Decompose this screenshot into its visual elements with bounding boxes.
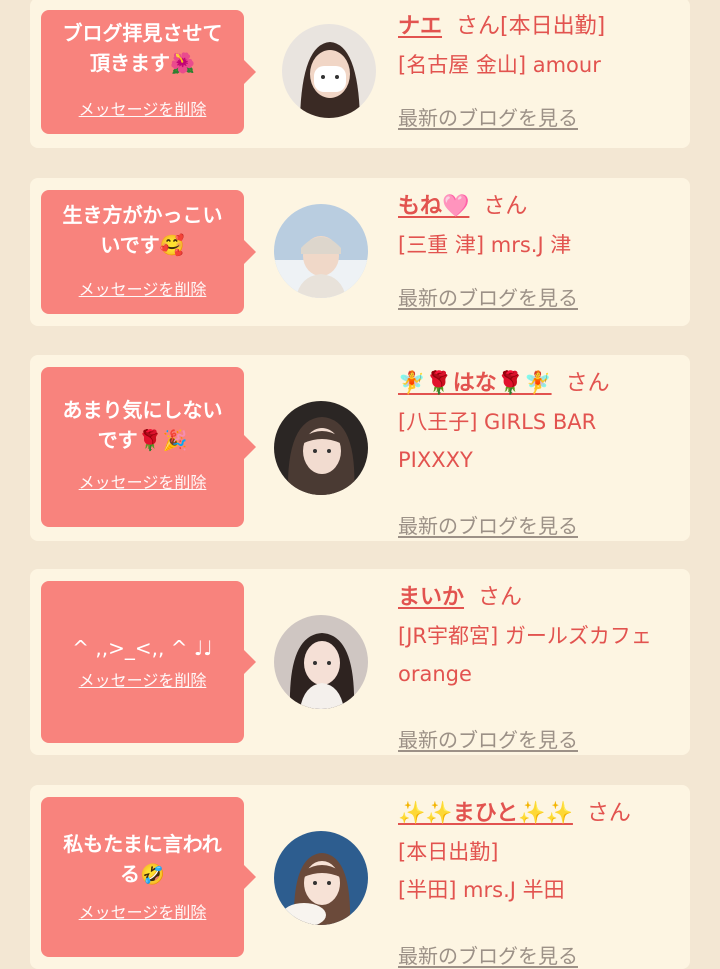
message-card: ブログ拝見させて 頂きます🌺 メッセージを削除 ナエ さん[本日出勤] [名古屋 金… [30, 0, 690, 148]
girl-name-link[interactable]: もね🩷 [398, 194, 469, 219]
avatar[interactable] [274, 401, 368, 495]
shop-info: [JR宇都宮] ガールズカフェ [398, 624, 652, 648]
shop-info-cont: PIXXXY [398, 448, 473, 472]
avatar[interactable] [282, 24, 376, 118]
latest-blog-link[interactable]: 最新のブログを見る [398, 282, 578, 311]
name-line: ✨✨まひと✨✨ さん [398, 799, 678, 829]
girl-name-link[interactable]: ナエ [398, 14, 442, 39]
shop-info: [半田] mrs.J 半田 [398, 878, 565, 902]
avatar[interactable] [274, 615, 368, 709]
message-text: 私もたまに言われ る🤣 [63, 832, 222, 886]
girl-info: ✨✨まひと✨✨ さん [本日出勤] [半田] mrs.J 半田 最新のブログを見る [398, 799, 678, 968]
message-card: 生き方がかっこい いです🥰 メッセージを削除 もね🩷 さん [三重 津] mrs.J… [30, 178, 690, 326]
message-card: あまり気にしない です🌹🎉 メッセージを削除 🧚🌹はな🌹🧚 さん [八王子] GIR… [30, 355, 690, 541]
latest-blog-link[interactable]: 最新のブログを見る [398, 940, 578, 969]
delete-message-link[interactable]: メッセージを削除 [41, 276, 244, 300]
message-card: ^ ,,>_<,, ^ ♩♩ メッセージを削除 まいか さん [JR宇都宮] ガー… [30, 569, 690, 755]
delete-message-link[interactable]: メッセージを削除 [41, 899, 244, 923]
honorific: さん [483, 194, 528, 219]
avatar-photo-icon [274, 401, 368, 495]
name-line: まいか さん [398, 583, 678, 613]
message-text: ブログ拝見させて 頂きます🌺 [62, 21, 223, 75]
shop-info: [八王子] GIRLS BAR [398, 410, 597, 434]
name-line: 🧚🌹はな🌹🧚 さん [398, 369, 678, 399]
latest-blog-link[interactable]: 最新のブログを見る [398, 510, 578, 539]
girl-info: まいか さん [JR宇都宮] ガールズカフェ orange 最新のブログを見る [398, 583, 678, 752]
message-bubble: あまり気にしない です🌹🎉 メッセージを削除 [41, 367, 256, 527]
avatar-photo-icon [274, 204, 368, 298]
honorific: さん [565, 371, 610, 396]
name-line: もね🩷 さん [398, 192, 678, 222]
delete-message-link[interactable]: メッセージを削除 [41, 469, 244, 493]
girl-info: 🧚🌹はな🌹🧚 さん [八王子] GIRLS BAR PIXXXY 最新のブログを見… [398, 369, 678, 538]
avatar[interactable] [274, 831, 368, 925]
avatar-photo-icon [274, 615, 368, 709]
message-card: 私もたまに言われ る🤣 メッセージを削除 ✨✨まひと✨✨ さん [本日出勤] [半田… [30, 785, 690, 969]
honorific: さん [456, 14, 501, 39]
girl-info: もね🩷 さん [三重 津] mrs.J 津 最新のブログを見る [398, 192, 678, 310]
status-badge: [本日出勤] [398, 840, 499, 864]
shop-info-cont: orange [398, 662, 472, 686]
delete-message-link[interactable]: メッセージを削除 [41, 667, 244, 691]
message-bubble: 生き方がかっこい いです🥰 メッセージを削除 [41, 190, 256, 314]
message-bubble: ^ ,,>_<,, ^ ♩♩ メッセージを削除 [41, 581, 256, 743]
message-bubble: ブログ拝見させて 頂きます🌺 メッセージを削除 [41, 10, 256, 134]
status-badge: [本日出勤] [500, 14, 606, 39]
honorific: さん [478, 585, 523, 610]
shop-info: [名古屋 金山] amour [398, 53, 601, 77]
shop-info: [三重 津] mrs.J 津 [398, 233, 572, 257]
girl-info: ナエ さん[本日出勤] [名古屋 金山] amour 最新のブログを見る [398, 12, 678, 130]
honorific: さん [586, 801, 631, 826]
avatar-photo-icon [274, 831, 368, 925]
avatar-photo-icon [282, 24, 376, 118]
message-bubble: 私もたまに言われ る🤣 メッセージを削除 [41, 797, 256, 957]
latest-blog-link[interactable]: 最新のブログを見る [398, 724, 578, 753]
message-text: ^ ,,>_<,, ^ ♩♩ [72, 636, 213, 660]
message-text: 生き方がかっこい いです🥰 [62, 203, 223, 257]
avatar[interactable] [274, 204, 368, 298]
latest-blog-link[interactable]: 最新のブログを見る [398, 102, 578, 131]
girl-name-link[interactable]: まいか [398, 585, 464, 610]
message-text: あまり気にしない です🌹🎉 [62, 398, 223, 452]
name-line: ナエ さん[本日出勤] [398, 12, 678, 42]
girl-name-link[interactable]: 🧚🌹はな🌹🧚 [398, 371, 552, 396]
girl-name-link[interactable]: ✨✨まひと✨✨ [398, 801, 573, 826]
delete-message-link[interactable]: メッセージを削除 [41, 96, 244, 120]
